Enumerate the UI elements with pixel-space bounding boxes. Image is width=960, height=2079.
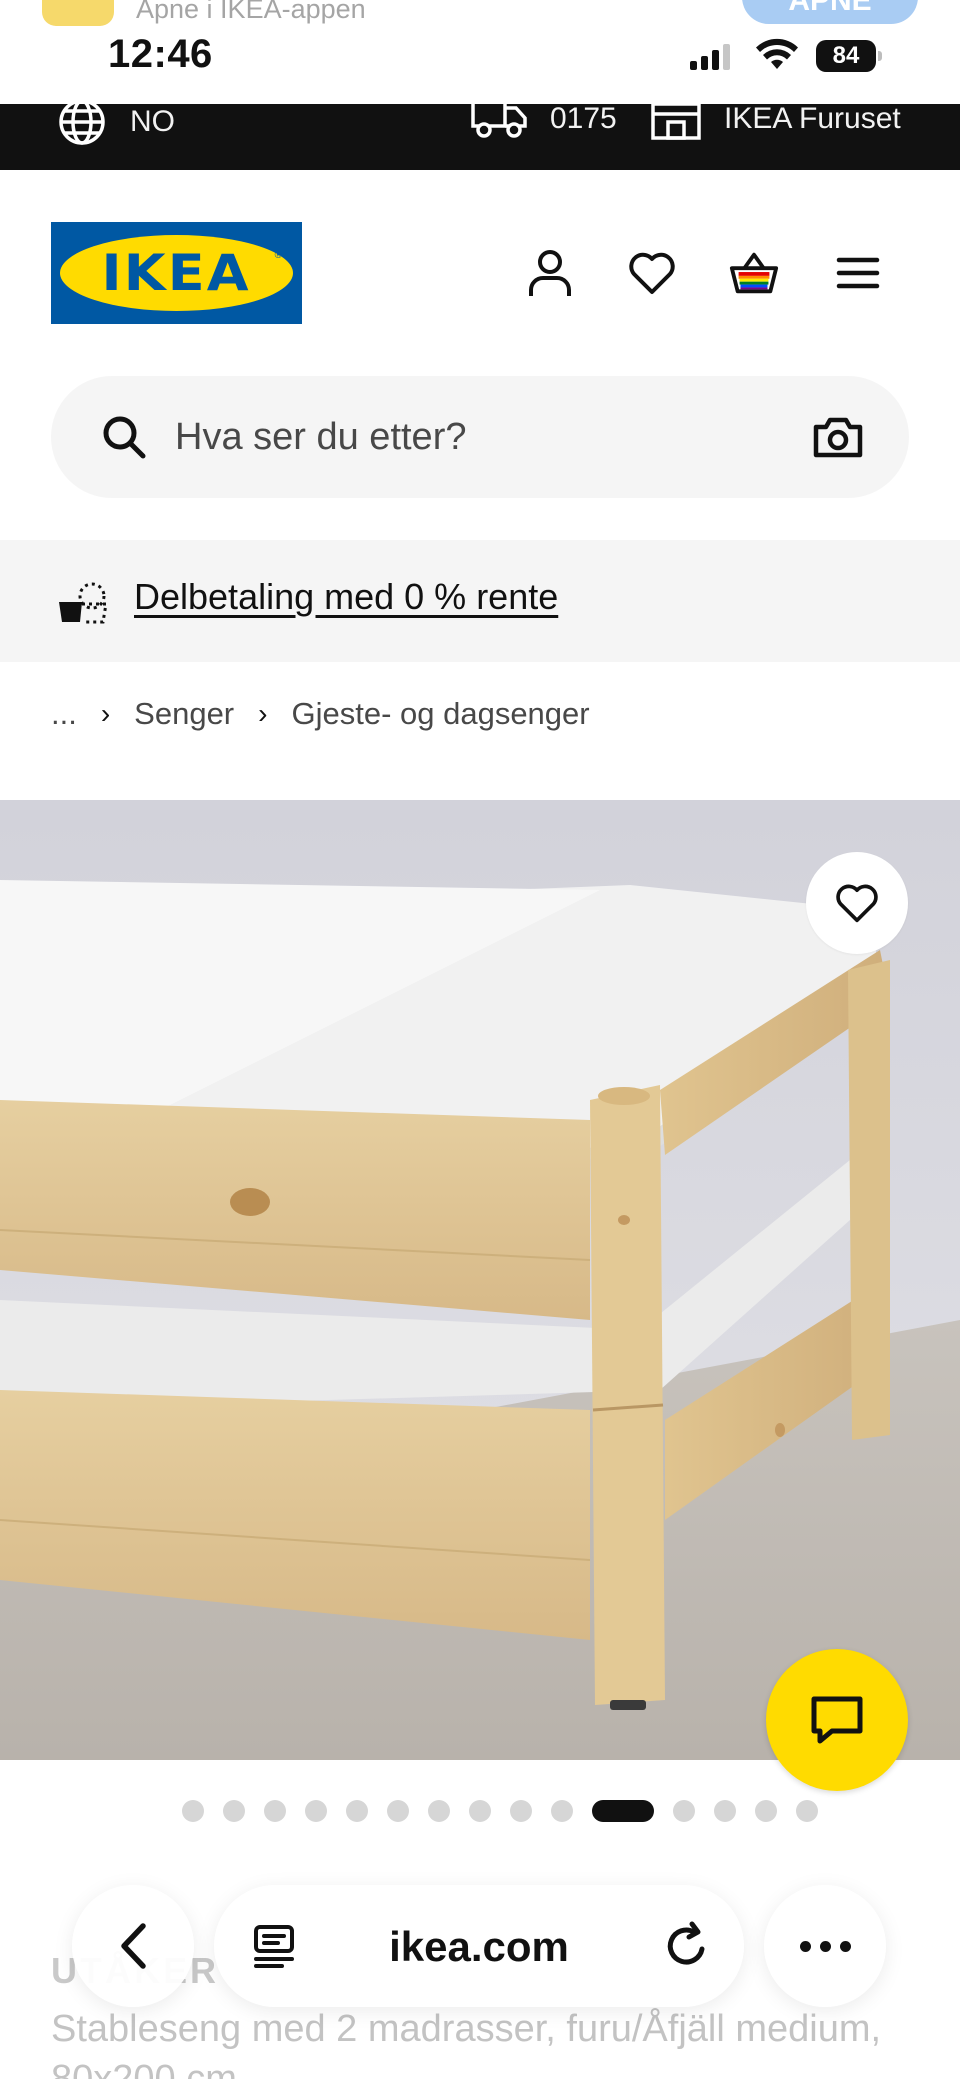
- carousel-dot[interactable]: [755, 1800, 777, 1822]
- carousel-dot[interactable]: [428, 1800, 450, 1822]
- dot: [839, 1940, 851, 1952]
- carousel-dot-active[interactable]: [592, 1800, 654, 1822]
- delivery-postcode[interactable]: 0175: [470, 104, 617, 142]
- favourites-button[interactable]: [626, 247, 678, 299]
- carousel-dot[interactable]: [469, 1800, 491, 1822]
- open-in-app-text: Åpne i IKEA-appen: [136, 0, 366, 24]
- menu-button[interactable]: [832, 247, 884, 299]
- carousel-dot[interactable]: [796, 1800, 818, 1822]
- search-input[interactable]: Hva ser du etter?: [175, 416, 466, 459]
- battery-indicator: 84: [816, 40, 882, 72]
- ikea-app-icon: [42, 0, 114, 26]
- stacking-bed-photo: [0, 800, 960, 1760]
- browser-back-button[interactable]: [72, 1885, 194, 2007]
- carousel-pagination[interactable]: [182, 1800, 818, 1822]
- product-description: Stableseng med 2 madrasser, furu/Åfjäll …: [51, 2008, 882, 2079]
- store-selector[interactable]: IKEA Furuset: [650, 104, 901, 142]
- dot: [799, 1940, 811, 1952]
- site-header: IKEA ®: [0, 170, 960, 370]
- address-bar[interactable]: ikea.com: [214, 1885, 744, 2007]
- status-bar: 12:46 84: [0, 26, 960, 106]
- carousel-dot[interactable]: [182, 1800, 204, 1822]
- carousel-dot[interactable]: [305, 1800, 327, 1822]
- breadcrumb-item-gjeste-og-dagsenger[interactable]: Gjeste- og dagsenger: [291, 696, 589, 732]
- chat-bubble-icon: [811, 1696, 863, 1744]
- save-to-favourites-button[interactable]: [806, 852, 908, 954]
- carousel-dot[interactable]: [264, 1800, 286, 1822]
- registered-mark: ®: [274, 250, 282, 261]
- breadcrumb-ellipsis[interactable]: ...: [51, 696, 77, 732]
- wifi-icon: [756, 38, 798, 69]
- carousel-dot[interactable]: [387, 1800, 409, 1822]
- account-button[interactable]: [524, 247, 576, 299]
- delivery-truck-icon: [471, 104, 527, 138]
- chat-button[interactable]: [766, 1649, 908, 1791]
- chevron-left-icon: [121, 1923, 146, 1969]
- globe-icon: [59, 104, 105, 145]
- more-options-button[interactable]: [764, 1885, 886, 2007]
- reload-icon[interactable]: [664, 1921, 710, 1969]
- carousel-dot[interactable]: [714, 1800, 736, 1822]
- status-time: 12:46: [108, 32, 213, 76]
- search-icon: [103, 416, 146, 459]
- carousel-dot[interactable]: [223, 1800, 245, 1822]
- store-label: IKEA Furuset: [724, 104, 901, 135]
- utility-bar: NO 0175 IKEA Furuset: [0, 104, 960, 170]
- carousel-dot[interactable]: [346, 1800, 368, 1822]
- store-icon: [651, 104, 701, 140]
- cart-button[interactable]: [728, 247, 780, 299]
- hamburger-menu-icon: [836, 257, 880, 289]
- breadcrumb: ... › Senger › Gjeste- og dagsenger: [51, 696, 590, 732]
- carousel-dot[interactable]: [510, 1800, 532, 1822]
- installment-icon: [59, 582, 108, 624]
- user-icon: [529, 250, 571, 296]
- search-bar[interactable]: Hva ser du etter?: [51, 376, 909, 498]
- heart-icon: [836, 884, 878, 923]
- promo-banner: Delbetaling med 0 % rente: [0, 540, 960, 662]
- cellular-signal-icon: [690, 44, 730, 70]
- carousel-dot[interactable]: [551, 1800, 573, 1822]
- logo-oval: IKEA: [60, 235, 293, 311]
- postcode-label: 0175: [550, 104, 617, 135]
- language-label: NO: [130, 105, 175, 138]
- open-app-button[interactable]: ÅPNE: [742, 0, 918, 24]
- installment-link[interactable]: Delbetaling med 0 % rente: [134, 576, 558, 618]
- logo-text: IKEA: [101, 244, 252, 302]
- chevron-right-icon: ›: [100, 698, 111, 729]
- product-image[interactable]: [0, 800, 960, 1760]
- dot: [819, 1940, 831, 1952]
- heart-icon: [629, 252, 675, 294]
- breadcrumb-item-senger[interactable]: Senger: [134, 696, 234, 732]
- chevron-right-icon: ›: [258, 698, 268, 729]
- shopping-bag-icon: [729, 252, 779, 294]
- language-selector[interactable]: NO: [56, 104, 175, 148]
- ikea-logo[interactable]: IKEA ®: [51, 222, 302, 324]
- carousel-dot[interactable]: [673, 1800, 695, 1822]
- camera-search-icon[interactable]: [813, 416, 863, 458]
